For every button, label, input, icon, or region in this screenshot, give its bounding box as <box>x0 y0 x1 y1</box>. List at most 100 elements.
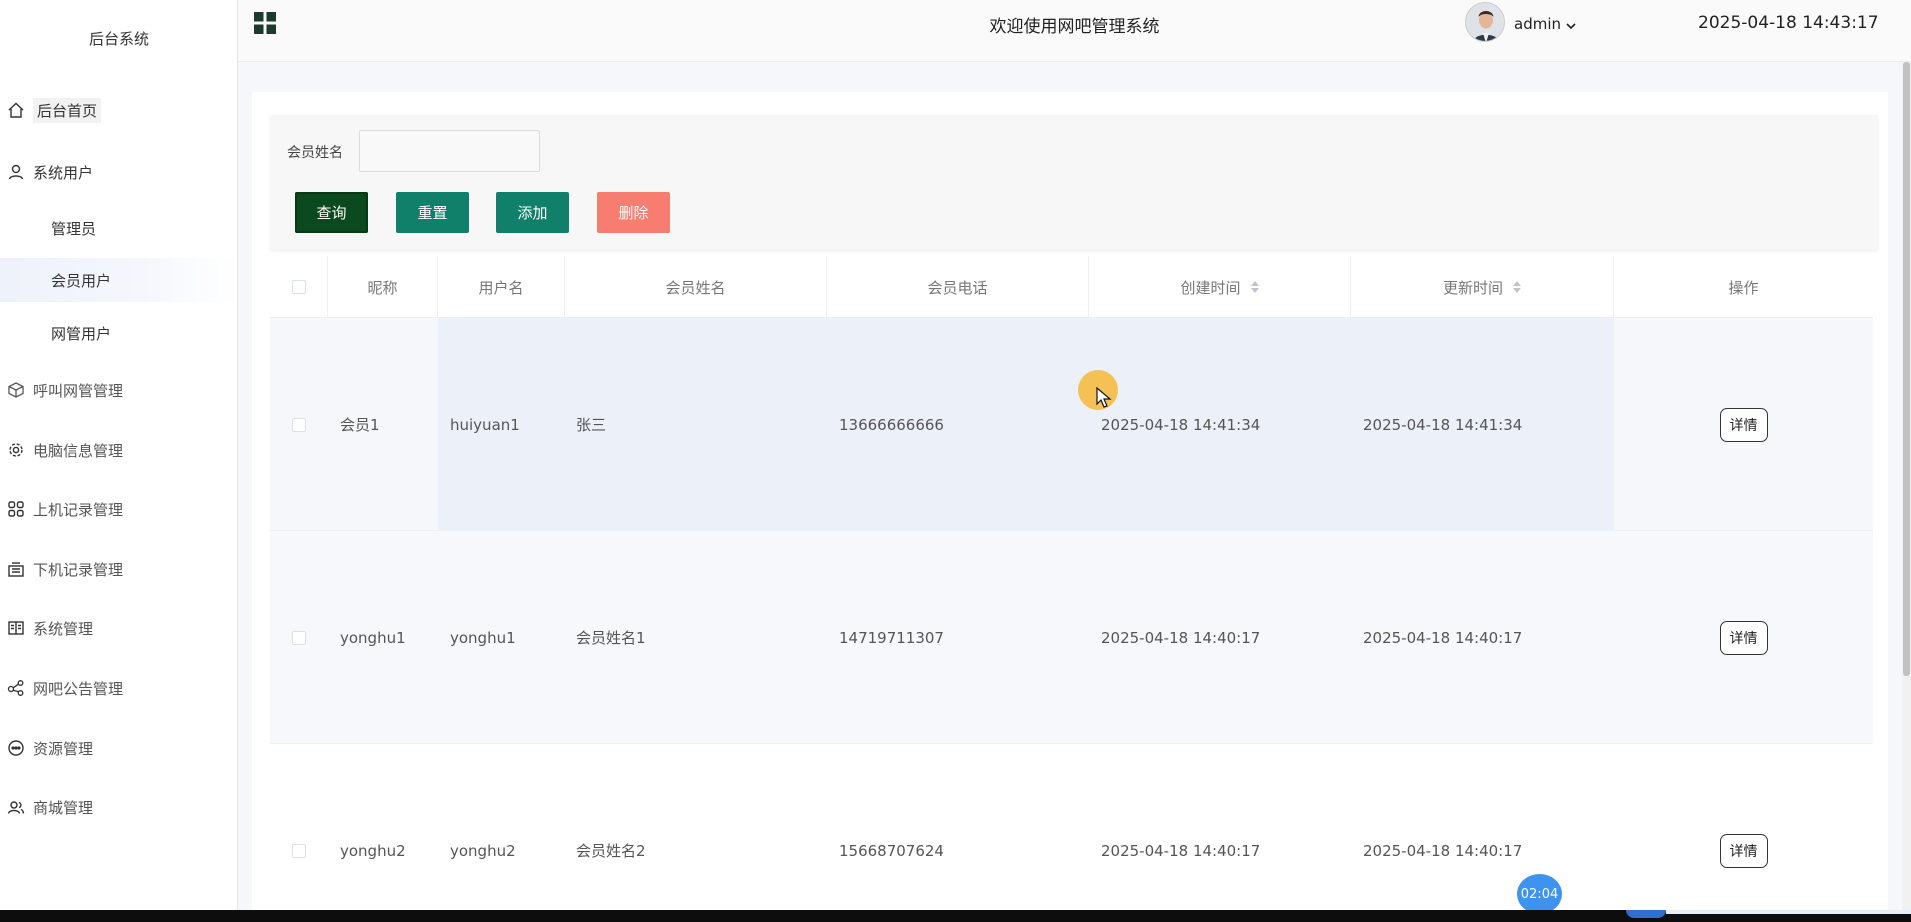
datetime-display: 2025-04-18 14:43:17 <box>1698 13 1879 33</box>
sidebar-item-label: 呼叫网管管理 <box>33 381 124 400</box>
column-label: 创建时间 <box>1180 278 1241 297</box>
user-menu[interactable]: admin <box>1514 15 1577 33</box>
sidebar-item-member-users[interactable]: 会员用户 <box>0 258 237 302</box>
sidebar-item-shop-manage[interactable]: 商城管理 <box>0 785 237 829</box>
scrollbar-thumb[interactable] <box>1903 62 1910 676</box>
column-label: 会员电话 <box>927 278 988 297</box>
cell-member-name: 张三 <box>576 416 607 434</box>
sidebar-item-resource-manage[interactable]: 资源管理 <box>0 726 237 770</box>
add-button[interactable]: 添加 <box>496 192 569 233</box>
select-all-checkbox[interactable] <box>291 280 306 294</box>
cell-phone: 14719711307 <box>839 628 944 647</box>
column-actions: 操作 <box>1614 256 1873 318</box>
column-username: 用户名 <box>438 256 565 318</box>
sidebar-item-notice-manage[interactable]: 网吧公告管理 <box>0 666 237 710</box>
cell-username: yonghu1 <box>450 628 516 647</box>
cell-phone: 15668707624 <box>839 841 944 860</box>
column-created-time[interactable]: 创建时间 <box>1089 256 1351 318</box>
tray-icon <box>7 560 25 578</box>
reset-button[interactable]: 重置 <box>396 192 469 233</box>
cell-updated: 2025-04-18 14:40:17 <box>1363 628 1523 647</box>
sidebar-item-call-admin[interactable]: 呼叫网管管理 <box>0 368 237 412</box>
cell-actions: 详情 <box>1614 531 1873 744</box>
sidebar-item-label: 网吧公告管理 <box>33 679 124 698</box>
column-label: 操作 <box>1728 278 1759 297</box>
delete-button[interactable]: 删除 <box>597 192 670 233</box>
bottom-bar <box>0 910 1911 922</box>
cell-updated: 2025-04-18 14:41:34 <box>1363 415 1523 434</box>
page-scrollbar[interactable] <box>1902 62 1911 910</box>
sidebar: 后台系统 后台首页 系统用户 管理员 会员用户 网管用户 呼叫网管管理 电脑信息… <box>0 0 238 910</box>
taskbar-strip <box>1666 910 1911 914</box>
sidebar-item-label: 系统管理 <box>33 619 94 638</box>
column-label: 会员姓名 <box>665 278 726 297</box>
cell-created: 2025-04-18 14:40:17 <box>1101 841 1261 860</box>
cell-actions: 详情 <box>1614 318 1873 531</box>
sidebar-item-system-users[interactable]: 系统用户 <box>0 150 237 194</box>
sidebar-item-admin[interactable]: 管理员 <box>0 206 237 250</box>
sidebar-item-label: 管理员 <box>51 219 97 238</box>
cell-actions: 详情 <box>1614 744 1873 922</box>
sidebar-item-label: 商城管理 <box>33 798 94 817</box>
cell-member-name: 会员姓名1 <box>576 629 646 647</box>
select-all-cell <box>270 256 328 318</box>
row-select-cell <box>270 531 328 744</box>
users-icon <box>7 798 25 816</box>
sidebar-item-computer-info[interactable]: 电脑信息管理 <box>0 428 237 472</box>
recording-timer: 02:04 <box>1517 874 1562 914</box>
sort-icon[interactable] <box>1250 281 1259 293</box>
book-icon <box>7 619 25 637</box>
sidebar-item-logout-records[interactable]: 下机记录管理 <box>0 547 237 591</box>
column-nickname: 昵称 <box>328 256 438 318</box>
row-checkbox[interactable] <box>292 630 306 645</box>
cell-phone: 13666666666 <box>839 415 944 434</box>
cell-nickname: 会员1 <box>340 416 380 434</box>
sidebar-item-label: 会员用户 <box>51 271 112 290</box>
top-header: 欢迎使用网吧管理系统 admin 2025-04-18 14:43:17 <box>238 0 1911 62</box>
sidebar-item-label: 系统用户 <box>33 163 94 182</box>
detail-button[interactable]: 详情 <box>1719 620 1768 655</box>
column-member-phone: 会员电话 <box>827 256 1089 318</box>
sidebar-item-label: 下机记录管理 <box>33 560 124 579</box>
cell-member-name: 会员姓名2 <box>576 842 646 860</box>
sort-icon[interactable] <box>1513 281 1521 293</box>
home-icon <box>7 101 25 119</box>
row-checkbox[interactable] <box>292 417 306 432</box>
detail-button[interactable]: 详情 <box>1719 407 1768 442</box>
row-checkbox[interactable] <box>292 843 306 858</box>
chat-icon <box>7 739 25 757</box>
sidebar-item-login-records[interactable]: 上机记录管理 <box>0 487 237 531</box>
page-title: 欢迎使用网吧管理系统 <box>989 17 1160 37</box>
table-header: 昵称 用户名 会员姓名 会员电话 创建时间 更新时间 操作 <box>270 256 1873 318</box>
row-select-cell <box>270 744 328 922</box>
cell-updated: 2025-04-18 14:40:17 <box>1363 841 1523 860</box>
mouse-pointer-icon <box>1096 386 1114 409</box>
column-label: 更新时间 <box>1442 278 1503 297</box>
row-select-cell <box>270 318 328 531</box>
avatar[interactable] <box>1465 2 1505 42</box>
cell-username: huiyuan1 <box>450 415 520 434</box>
cell-nickname: yonghu1 <box>340 628 406 647</box>
brand-title: 后台系统 <box>88 30 149 48</box>
cell-created: 2025-04-18 14:40:17 <box>1101 628 1261 647</box>
table-row: 会员1 huiyuan1 张三 13666666666 2025-04-18 1… <box>270 318 1873 531</box>
detail-button[interactable]: 详情 <box>1719 833 1768 868</box>
sidebar-item-home[interactable]: 后台首页 <box>0 88 237 132</box>
username-label: admin <box>1514 15 1561 33</box>
cell-username: yonghu2 <box>450 841 516 860</box>
column-label: 用户名 <box>478 278 524 297</box>
member-name-input[interactable] <box>359 130 540 172</box>
search-label: 会员姓名 <box>287 145 343 161</box>
query-button[interactable]: 查询 <box>295 192 368 233</box>
grid-icon <box>7 500 25 518</box>
sidebar-item-system-manage[interactable]: 系统管理 <box>0 606 237 650</box>
taskbar-blob <box>1626 910 1666 918</box>
sidebar-item-label: 电脑信息管理 <box>33 441 124 460</box>
sidebar-item-label: 上机记录管理 <box>33 500 124 519</box>
sidebar-item-label: 网管用户 <box>51 324 112 343</box>
chevron-down-icon <box>1565 18 1577 30</box>
sidebar-item-netadmin-users[interactable]: 网管用户 <box>0 311 237 355</box>
table-row: yonghu1 yonghu1 会员姓名1 14719711307 2025-0… <box>270 531 1873 744</box>
cell-nickname: yonghu2 <box>340 841 406 860</box>
column-updated-time[interactable]: 更新时间 <box>1351 256 1614 318</box>
